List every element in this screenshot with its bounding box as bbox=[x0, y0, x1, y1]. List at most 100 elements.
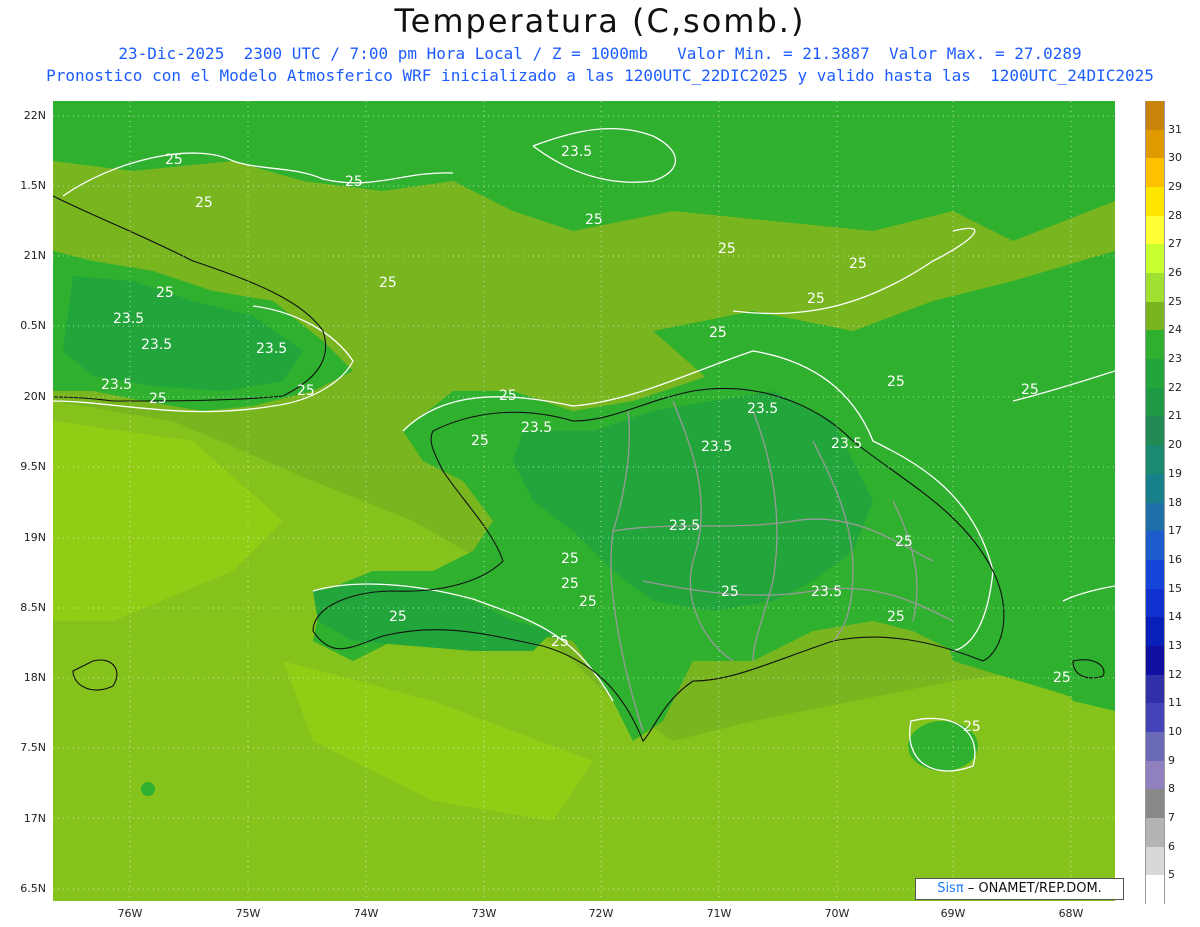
lon-label: 73W bbox=[471, 907, 497, 920]
colorbar-swatch bbox=[1145, 244, 1165, 274]
contour-label: 25 bbox=[195, 195, 213, 211]
lon-label: 76W bbox=[117, 907, 143, 920]
lat-label: 6.5N bbox=[20, 882, 46, 895]
lat-label: 18N bbox=[23, 671, 46, 684]
colorbar-tick-label: 6 bbox=[1168, 839, 1175, 853]
contour-label: 25 bbox=[499, 388, 517, 404]
credit-box: Sisπ – ONAMET/REP.DOM. bbox=[915, 878, 1124, 900]
lat-label: 0.5N bbox=[20, 319, 46, 332]
colorbar-tick-label: 11 bbox=[1168, 696, 1182, 710]
colorbar-swatch bbox=[1145, 273, 1165, 303]
colorbar-swatch bbox=[1145, 617, 1165, 647]
lat-label: 8.5N bbox=[20, 601, 46, 614]
contour-label: 25 bbox=[585, 212, 603, 228]
contour-label: 23.5 bbox=[521, 420, 552, 436]
colorbar-tick-label: 10 bbox=[1168, 724, 1182, 738]
contour-label: 25 bbox=[1053, 670, 1071, 686]
colorbar-tick-label: 17 bbox=[1168, 524, 1182, 538]
contour-label: 23.5 bbox=[561, 144, 592, 160]
colorbar-tick-label: 15 bbox=[1168, 581, 1182, 595]
colorbar-swatch bbox=[1145, 875, 1165, 905]
colorbar-tick-label: 16 bbox=[1168, 552, 1182, 566]
small-island-cool bbox=[141, 782, 155, 796]
colorbar-swatch bbox=[1145, 789, 1165, 819]
contour-label: 25 bbox=[561, 576, 579, 592]
lon-label: 68W bbox=[1058, 907, 1084, 920]
colorbar-tick-label: 21 bbox=[1168, 409, 1182, 423]
colorbar-swatch bbox=[1145, 187, 1165, 217]
colorbar-swatch bbox=[1145, 846, 1165, 876]
colorbar-tick-label: 8 bbox=[1168, 782, 1175, 796]
map-title: Temperatura (C,somb.) bbox=[394, 2, 806, 40]
contour-label: 23.5 bbox=[256, 341, 287, 357]
contour-label: 25 bbox=[561, 551, 579, 567]
colorbar-tick-label: 20 bbox=[1168, 438, 1182, 452]
contour-label: 25 bbox=[807, 291, 825, 307]
colorbar-tick-label: 31 bbox=[1168, 122, 1182, 136]
credit-brand: Sisπ bbox=[937, 881, 964, 896]
colorbar-tick-label: 7 bbox=[1168, 810, 1175, 824]
colorbar-swatch bbox=[1145, 645, 1165, 675]
contour-label: 25 bbox=[389, 609, 407, 625]
colorbar-tick-label: 26 bbox=[1168, 266, 1182, 280]
colorbar-swatch bbox=[1145, 531, 1165, 561]
contour-label: 25 bbox=[718, 241, 736, 257]
colorbar-tick-label: 25 bbox=[1168, 294, 1182, 308]
colorbar-tick-label: 28 bbox=[1168, 208, 1182, 222]
lat-label: 19N bbox=[23, 531, 46, 544]
contour-label: 25 bbox=[721, 584, 739, 600]
contour-label: 25 bbox=[297, 383, 315, 399]
colorbar-swatch bbox=[1145, 588, 1165, 618]
colorbar-tick-label: 18 bbox=[1168, 495, 1182, 509]
colorbar-tick-label: 23 bbox=[1168, 352, 1182, 366]
lon-label: 74W bbox=[353, 907, 379, 920]
colorbar-tick-label: 24 bbox=[1168, 323, 1182, 337]
lon-label: 69W bbox=[940, 907, 966, 920]
colorbar-tick-label: 19 bbox=[1168, 466, 1182, 480]
contour-label: 25 bbox=[156, 285, 174, 301]
colorbar-swatch bbox=[1145, 330, 1165, 360]
colorbar-swatch bbox=[1145, 703, 1165, 733]
contour-label: 25 bbox=[849, 256, 867, 272]
contour-label: 25 bbox=[709, 325, 727, 341]
colorbar-swatch bbox=[1145, 445, 1165, 475]
lat-label: 17N bbox=[23, 812, 46, 825]
colorbar bbox=[1145, 101, 1165, 905]
colorbar-swatch bbox=[1145, 301, 1165, 331]
contour-label: 25 bbox=[551, 634, 569, 650]
contour-label: 23.5 bbox=[831, 436, 862, 452]
lon-label: 75W bbox=[235, 907, 261, 920]
colorbar-swatch bbox=[1145, 215, 1165, 245]
temperature-map: 25 25 25 23.5 25 25 25 23.5 23.5 23.5 23… bbox=[53, 101, 1115, 901]
lat-label: 22N bbox=[23, 109, 46, 122]
contour-label: 25 bbox=[887, 374, 905, 390]
contour-label: 23.5 bbox=[141, 337, 172, 353]
colorbar-swatch bbox=[1145, 129, 1165, 159]
credit-text: – ONAMET/REP.DOM. bbox=[963, 881, 1102, 896]
colorbar-swatch bbox=[1145, 158, 1165, 188]
contour-label: 25 bbox=[165, 152, 183, 168]
colorbar-swatch bbox=[1145, 502, 1165, 532]
colorbar-swatch bbox=[1145, 674, 1165, 704]
colorbar-tick-label: 14 bbox=[1168, 610, 1182, 624]
contour-label: 25 bbox=[379, 275, 397, 291]
map-subtitle-valid-time: 23-Dic-2025 2300 UTC / 7:00 pm Hora Loca… bbox=[118, 44, 1082, 63]
colorbar-swatch bbox=[1145, 101, 1165, 130]
contour-label: 23.5 bbox=[113, 311, 144, 327]
colorbar-swatch bbox=[1145, 817, 1165, 847]
map-subtitle-model-info: Pronostico con el Modelo Atmosferico WRF… bbox=[46, 66, 1154, 85]
lon-label: 70W bbox=[824, 907, 850, 920]
colorbar-swatch bbox=[1145, 387, 1165, 417]
contour-label: 23.5 bbox=[701, 439, 732, 455]
contour-label: 25 bbox=[895, 534, 913, 550]
colorbar-tick-label: 5 bbox=[1168, 868, 1175, 882]
lon-label: 71W bbox=[706, 907, 732, 920]
lon-label: 72W bbox=[588, 907, 614, 920]
contour-label: 23.5 bbox=[101, 377, 132, 393]
lat-label: 20N bbox=[23, 390, 46, 403]
lat-label: 1.5N bbox=[20, 179, 46, 192]
contour-label: 23.5 bbox=[669, 518, 700, 534]
contour-label: 25 bbox=[579, 594, 597, 610]
lat-label: 7.5N bbox=[20, 741, 46, 754]
contour-label: 25 bbox=[887, 609, 905, 625]
